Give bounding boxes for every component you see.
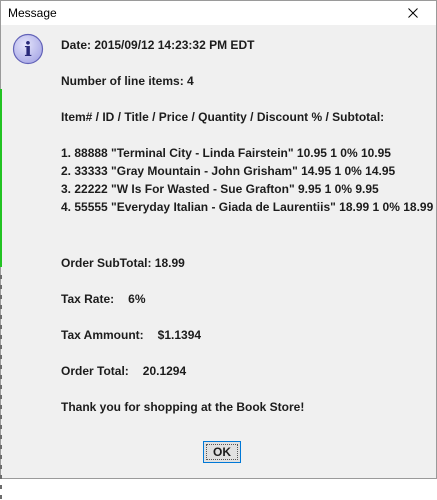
tax-amount-label: Tax Ammount:	[61, 328, 144, 342]
close-icon	[408, 8, 418, 18]
background-green-strip	[0, 89, 2, 267]
ok-button[interactable]: OK	[203, 441, 241, 463]
tax-rate-value: 6%	[128, 292, 146, 306]
order-total-label: Order Total:	[61, 364, 129, 378]
list-item: 3. 22222 "W Is For Wasted - Sue Grafton"…	[61, 182, 379, 196]
information-icon: i	[12, 33, 44, 65]
order-total-value: 20.1294	[142, 364, 187, 378]
close-button[interactable]	[390, 1, 436, 25]
list-item: 2. 33333 "Gray Mountain - John Grisham" …	[61, 164, 396, 178]
background-dashed-strip	[0, 275, 2, 500]
items-header: Item# / ID / Title / Price / Quantity / …	[61, 110, 385, 124]
svg-text:i: i	[24, 37, 32, 61]
tax-amount: Tax Ammount: $1.1394	[61, 328, 201, 342]
message-dialog: Message i Date: 2015/09/12 14:23:32 PM E…	[0, 0, 437, 500]
order-total: Order Total: 20.1294	[61, 364, 186, 378]
tax-rate: Tax Rate: 6%	[61, 292, 145, 306]
tax-amount-value: $1.1394	[157, 328, 202, 342]
tax-rate-label: Tax Rate:	[61, 292, 115, 306]
list-item: 1. 88888 "Terminal City - Linda Fairstei…	[61, 146, 391, 160]
title-bar[interactable]: Message	[1, 1, 436, 25]
ok-button-label: OK	[206, 444, 238, 460]
order-subtotal: Order SubTotal: 18.99	[61, 256, 185, 270]
list-item: 4. 55555 "Everyday Italian - Giada de La…	[61, 200, 434, 214]
order-date: Date: 2015/09/12 14:23:32 PM EDT	[61, 38, 255, 52]
background-window-edge	[0, 25, 3, 500]
line-item-count: Number of line items: 4	[61, 74, 194, 88]
window-title: Message	[8, 6, 57, 20]
thank-you-message: Thank you for shopping at the Book Store…	[61, 400, 305, 414]
